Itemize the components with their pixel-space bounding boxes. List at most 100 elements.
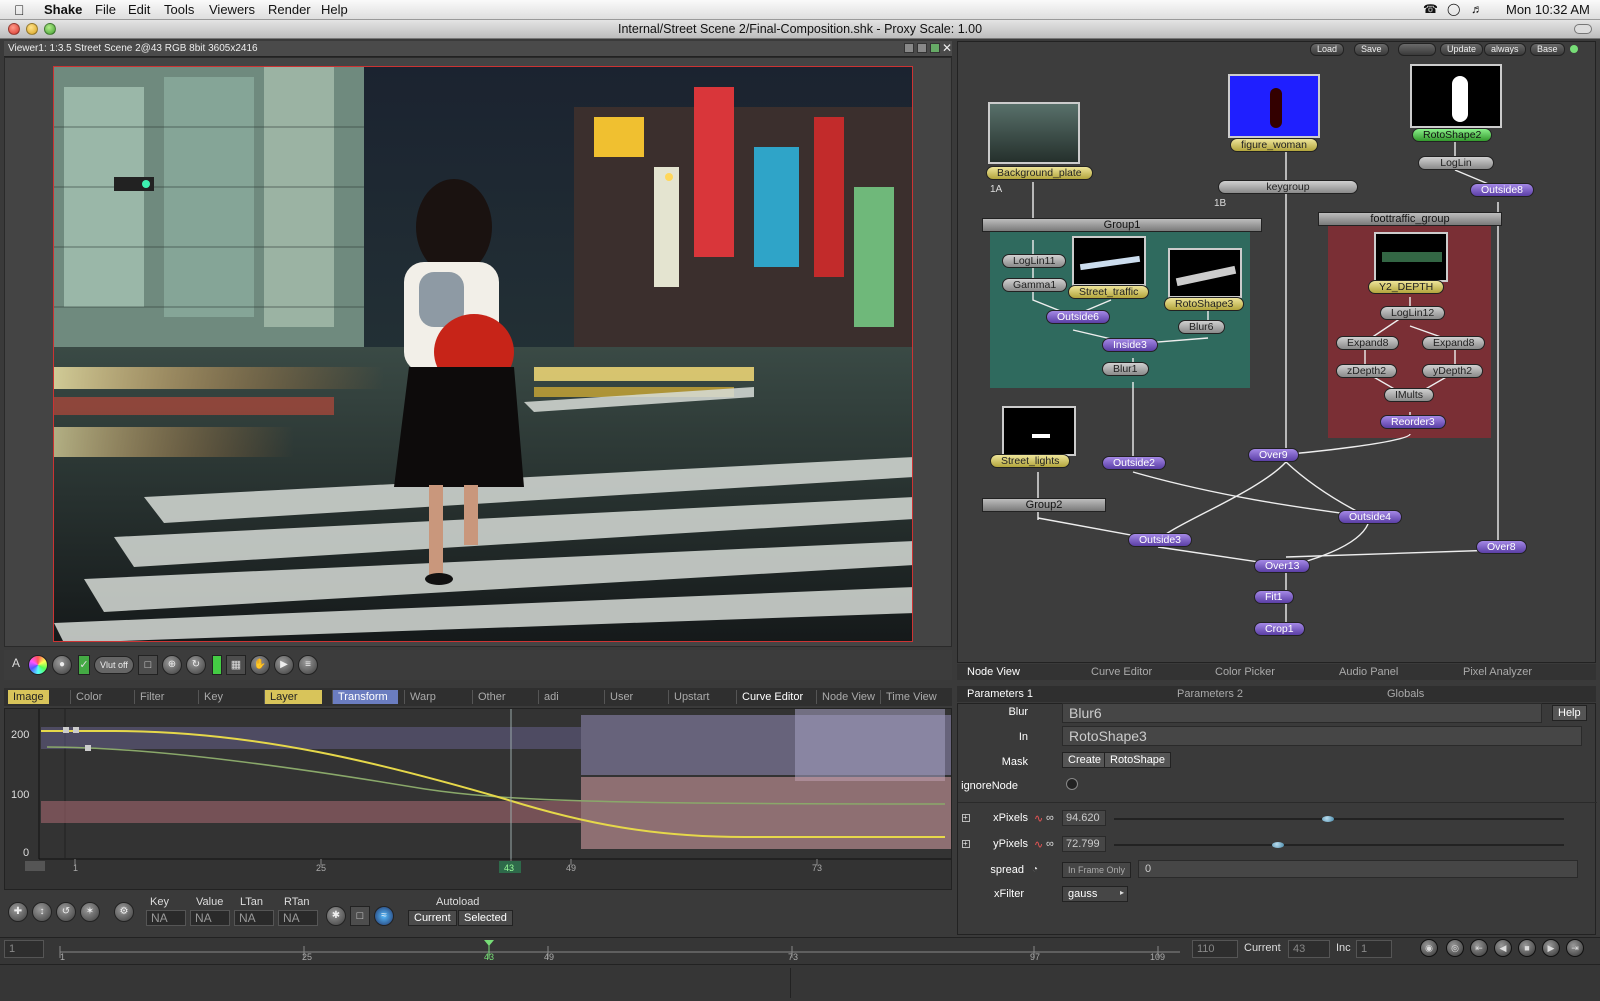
tab-parameters-2[interactable]: Parameters 2 [1177, 688, 1243, 700]
hand-icon[interactable]: ✋ [250, 655, 270, 675]
stop-icon[interactable]: ■ [1518, 939, 1536, 957]
autoload-current-button[interactable]: Current [408, 910, 457, 926]
tab-adi[interactable]: adi [538, 690, 564, 704]
node-loglin11[interactable]: LogLin11 [1002, 254, 1067, 268]
rotoshape3-thumbnail[interactable] [1168, 248, 1242, 298]
ypixels-slider-knob[interactable] [1272, 842, 1284, 848]
tab-upstart[interactable]: Upstart [668, 690, 714, 704]
tab-transform[interactable]: Transform [332, 690, 398, 704]
spline-icon[interactable]: ≈ [374, 906, 394, 926]
rtan-field[interactable]: NA [278, 910, 318, 926]
node-update-button[interactable]: Update [1440, 43, 1484, 56]
timeline-start-field[interactable]: 1 [4, 940, 44, 958]
toolbar-toggle-button[interactable] [1574, 24, 1592, 34]
node-keygroup[interactable]: keygroup [1218, 180, 1358, 194]
xpixels-curve-icon[interactable]: ∿ [1034, 812, 1043, 825]
zoom-window-button[interactable] [44, 23, 56, 35]
node-street-traffic[interactable]: Street_traffic [1068, 285, 1150, 299]
tab-color-picker[interactable]: Color Picker [1215, 666, 1275, 678]
viewer-close-icon[interactable]: ✕ [942, 40, 952, 56]
tab-user[interactable]: User [604, 690, 638, 704]
menu-render[interactable]: Render [268, 2, 311, 17]
node-loglin12[interactable]: LogLin12 [1380, 306, 1446, 320]
viewer-menu-icon[interactable]: ≡ [298, 655, 318, 675]
menu-help[interactable]: Help [321, 2, 348, 17]
param-blur-name-field[interactable]: Blur6 [1062, 703, 1542, 723]
close-window-button[interactable] [8, 23, 20, 35]
node-inside3[interactable]: Inside3 [1102, 338, 1158, 352]
zoom-fit-icon[interactable]: ⊕ [162, 655, 182, 675]
node-outside8[interactable]: Outside8 [1470, 183, 1535, 197]
timeline-end-field[interactable]: 110 [1192, 940, 1238, 958]
node-over8[interactable]: Over8 [1476, 540, 1527, 554]
channel-icon[interactable]: ● [52, 655, 72, 675]
menu-tools[interactable]: Tools [164, 2, 194, 17]
snap-icon[interactable]: ✶ [80, 902, 100, 922]
ltan-field[interactable]: NA [234, 910, 274, 926]
play-backward-icon[interactable]: ◀ [1494, 939, 1512, 957]
render-flipbook-icon[interactable]: ◉ [1420, 939, 1438, 957]
spread-mode-select[interactable]: In Frame Only [1062, 862, 1132, 878]
node-load-button[interactable]: Load [1310, 43, 1345, 56]
ypixels-link-icon[interactable]: ∞ [1046, 838, 1054, 850]
node-toggle-button[interactable] [1398, 43, 1436, 56]
street-traffic-thumbnail[interactable] [1072, 236, 1146, 286]
tab-node-view[interactable]: Node View [816, 690, 880, 704]
help-button[interactable]: Help [1552, 705, 1587, 721]
tab-other[interactable]: Other [472, 690, 511, 704]
clapper-icon[interactable]: ▶ [274, 655, 294, 675]
curve-editor-graph[interactable]: 200 100 0 1 25 43 49 73 [4, 708, 952, 890]
roi-icon[interactable]: □ [138, 655, 158, 675]
tab-curve-editor-panel[interactable]: Curve Editor [1091, 666, 1152, 678]
node-gamma1[interactable]: Gamma1 [1002, 278, 1068, 292]
tab-audio-panel[interactable]: Audio Panel [1339, 666, 1398, 678]
node-expand8-left[interactable]: Expand8 [1336, 336, 1400, 350]
node-over9[interactable]: Over9 [1248, 448, 1299, 462]
xpixels-slider-knob[interactable] [1322, 816, 1334, 822]
node-foottraffic-group[interactable]: foottraffic_group [1318, 212, 1502, 226]
mask-create-button[interactable]: Create [1062, 752, 1108, 768]
keyframe-handle[interactable] [73, 727, 79, 733]
flat-tangent-icon[interactable]: ✱ [326, 906, 346, 926]
background-plate-thumbnail[interactable] [988, 102, 1080, 164]
node-reorder3[interactable]: Reorder3 [1380, 415, 1446, 429]
viewer-split-icon[interactable] [917, 43, 927, 53]
node-over13[interactable]: Over13 [1254, 559, 1311, 573]
keyframe-handle[interactable] [63, 727, 69, 733]
tab-color[interactable]: Color [70, 690, 107, 704]
node-outside6[interactable]: Outside6 [1046, 310, 1111, 324]
tab-filter[interactable]: Filter [134, 690, 169, 704]
node-outside4[interactable]: Outside4 [1338, 510, 1403, 524]
node-fit1[interactable]: Fit1 [1254, 590, 1294, 604]
node-y2-depth[interactable]: Y2_DEPTH [1368, 280, 1445, 294]
node-background-plate[interactable]: Background_plate [986, 166, 1093, 180]
bound-icon[interactable]: ↕ [32, 902, 52, 922]
play-forward-icon[interactable]: ▶ [1542, 939, 1560, 957]
street-lights-thumbnail[interactable] [1002, 406, 1076, 456]
viewer-layout-icon[interactable] [904, 43, 914, 53]
move-key-icon[interactable]: ✚ [8, 902, 28, 922]
tab-pixel-analyzer[interactable]: Pixel Analyzer [1463, 666, 1532, 678]
keyframe-handle[interactable] [85, 745, 91, 751]
value-field[interactable]: NA [190, 910, 230, 926]
node-always-button[interactable]: always [1484, 43, 1526, 56]
tab-warp[interactable]: Warp [404, 690, 441, 704]
tab-curve-editor[interactable]: Curve Editor [736, 690, 808, 704]
param-in-field[interactable]: RotoShape3 [1062, 726, 1582, 746]
node-imults[interactable]: IMults [1384, 388, 1435, 402]
tab-node-view-panel[interactable]: Node View [967, 666, 1020, 678]
ignorenode-toggle[interactable] [1066, 778, 1078, 790]
menu-file[interactable]: File [95, 2, 116, 17]
autoload-selected-button[interactable]: Selected [458, 910, 513, 926]
tab-image[interactable]: Image [8, 690, 49, 704]
reset-icon[interactable]: ↺ [56, 902, 76, 922]
step-back-icon[interactable]: ⇤ [1470, 939, 1488, 957]
menu-viewers[interactable]: Viewers [209, 2, 255, 17]
proxy-icon[interactable]: ◎ [1446, 939, 1464, 957]
rotoshape2-thumbnail[interactable] [1410, 64, 1502, 128]
spread-value-field[interactable]: 0 [1138, 860, 1578, 878]
chat-status-icon[interactable]: ◯ [1447, 2, 1460, 16]
tab-globals[interactable]: Globals [1387, 688, 1424, 700]
tab-key[interactable]: Key [198, 690, 228, 704]
step-forward-icon[interactable]: ⇥ [1566, 939, 1584, 957]
